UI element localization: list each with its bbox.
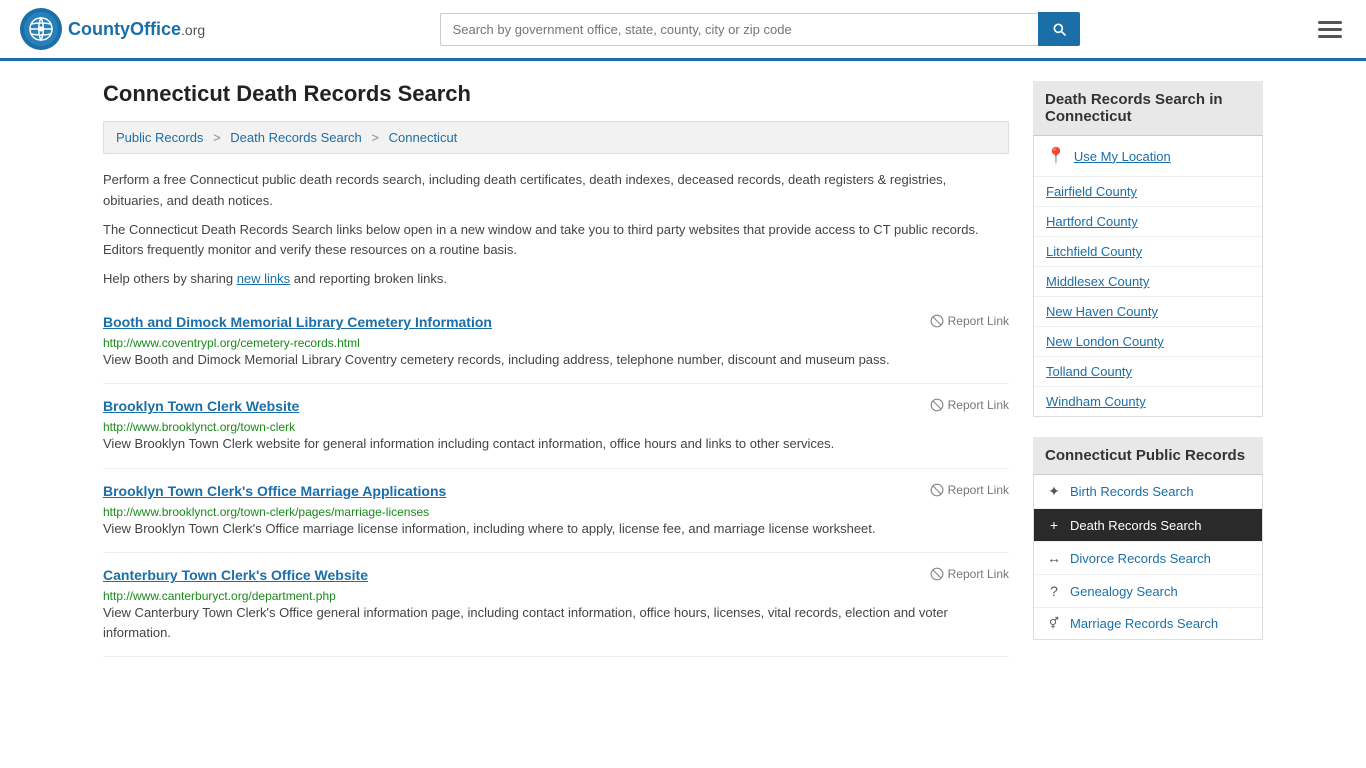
sidebar-county-hartford[interactable]: Hartford County bbox=[1034, 207, 1262, 237]
menu-line bbox=[1318, 28, 1342, 31]
sidebar-item-birth-records[interactable]: ✦ Birth Records Search bbox=[1034, 475, 1262, 509]
logo-area: CountyOffice.org bbox=[20, 8, 205, 50]
menu-button[interactable] bbox=[1314, 13, 1346, 46]
sidebar-section-death-records: Death Records Search in Connecticut 📍 Us… bbox=[1033, 81, 1263, 417]
result-item: Booth and Dimock Memorial Library Cemete… bbox=[103, 300, 1009, 385]
report-label: Report Link bbox=[948, 567, 1009, 581]
result-title[interactable]: Canterbury Town Clerk's Office Website bbox=[103, 567, 368, 583]
result-desc: View Brooklyn Town Clerk's Office marria… bbox=[103, 519, 1009, 539]
use-location-link[interactable]: Use My Location bbox=[1074, 149, 1171, 164]
description: Perform a free Connecticut public death … bbox=[103, 170, 1009, 290]
report-label: Report Link bbox=[948, 398, 1009, 412]
sidebar: Death Records Search in Connecticut 📍 Us… bbox=[1033, 81, 1263, 660]
search-icon bbox=[1051, 21, 1067, 37]
breadcrumb-separator: > bbox=[371, 130, 382, 145]
report-icon bbox=[930, 567, 944, 581]
sidebar-item-genealogy[interactable]: ? Genealogy Search bbox=[1034, 575, 1262, 608]
result-item: Canterbury Town Clerk's Office Website R… bbox=[103, 553, 1009, 657]
report-link-button[interactable]: Report Link bbox=[930, 314, 1009, 328]
breadcrumb-separator: > bbox=[213, 130, 224, 145]
sidebar-link-label: Divorce Records Search bbox=[1070, 551, 1211, 566]
sidebar-county-new-haven[interactable]: New Haven County bbox=[1034, 297, 1262, 327]
sidebar-county-windham[interactable]: Windham County bbox=[1034, 387, 1262, 416]
sidebar-county-tolland[interactable]: Tolland County bbox=[1034, 357, 1262, 387]
result-header: Canterbury Town Clerk's Office Website R… bbox=[103, 567, 1009, 583]
sidebar-county-litchfield[interactable]: Litchfield County bbox=[1034, 237, 1262, 267]
result-desc: View Booth and Dimock Memorial Library C… bbox=[103, 350, 1009, 370]
result-title[interactable]: Brooklyn Town Clerk's Office Marriage Ap… bbox=[103, 483, 446, 499]
report-link-button[interactable]: Report Link bbox=[930, 567, 1009, 581]
result-header: Brooklyn Town Clerk Website Report Link bbox=[103, 398, 1009, 414]
sidebar-link-label: Death Records Search bbox=[1070, 518, 1202, 533]
menu-line bbox=[1318, 35, 1342, 38]
description-para-3: Help others by sharing new links and rep… bbox=[103, 269, 1009, 290]
location-pin-icon: 📍 bbox=[1046, 146, 1066, 166]
result-url[interactable]: http://www.brooklynct.org/town-clerk bbox=[103, 420, 295, 434]
result-desc: View Brooklyn Town Clerk website for gen… bbox=[103, 434, 1009, 454]
description-prefix: Help others by sharing bbox=[103, 271, 237, 286]
sidebar-records-content: ✦ Birth Records Search + Death Records S… bbox=[1033, 475, 1263, 640]
description-suffix: and reporting broken links. bbox=[290, 271, 447, 286]
breadcrumb: Public Records > Death Records Search > … bbox=[103, 121, 1009, 154]
sidebar-section-ct-records: Connecticut Public Records ✦ Birth Recor… bbox=[1033, 437, 1263, 640]
report-icon bbox=[930, 398, 944, 412]
sidebar-link-label: Birth Records Search bbox=[1070, 484, 1194, 499]
result-header: Brooklyn Town Clerk's Office Marriage Ap… bbox=[103, 483, 1009, 499]
site-header: CountyOffice.org bbox=[0, 0, 1366, 61]
main-wrapper: Connecticut Death Records Search Public … bbox=[83, 61, 1283, 680]
breadcrumb-link-death-records[interactable]: Death Records Search bbox=[230, 130, 362, 145]
sidebar-county-new-london[interactable]: New London County bbox=[1034, 327, 1262, 357]
sidebar-item-marriage-records[interactable]: ⚥ Marriage Records Search bbox=[1034, 608, 1262, 639]
divorce-records-icon: ↔ bbox=[1046, 550, 1062, 566]
page-title: Connecticut Death Records Search bbox=[103, 81, 1009, 107]
use-location-row: 📍 Use My Location bbox=[1034, 136, 1262, 177]
content-area: Connecticut Death Records Search Public … bbox=[103, 81, 1009, 660]
sidebar-item-divorce-records[interactable]: ↔ Divorce Records Search bbox=[1034, 542, 1262, 575]
sidebar-item-death-records[interactable]: + Death Records Search bbox=[1034, 509, 1262, 542]
description-para-2: The Connecticut Death Records Search lin… bbox=[103, 220, 1009, 262]
breadcrumb-link-public-records[interactable]: Public Records bbox=[116, 130, 203, 145]
result-item: Brooklyn Town Clerk Website Report Link … bbox=[103, 384, 1009, 469]
sidebar-link-label: Marriage Records Search bbox=[1070, 616, 1218, 631]
results-list: Booth and Dimock Memorial Library Cemete… bbox=[103, 300, 1009, 658]
result-url[interactable]: http://www.canterburyct.org/department.p… bbox=[103, 589, 336, 603]
death-records-icon: + bbox=[1046, 517, 1062, 533]
report-link-button[interactable]: Report Link bbox=[930, 398, 1009, 412]
marriage-records-icon: ⚥ bbox=[1046, 617, 1062, 630]
result-url[interactable]: http://www.brooklynct.org/town-clerk/pag… bbox=[103, 505, 429, 519]
result-item: Brooklyn Town Clerk's Office Marriage Ap… bbox=[103, 469, 1009, 554]
result-title[interactable]: Brooklyn Town Clerk Website bbox=[103, 398, 299, 414]
menu-line bbox=[1318, 21, 1342, 24]
result-title[interactable]: Booth and Dimock Memorial Library Cemete… bbox=[103, 314, 492, 330]
breadcrumb-link-connecticut[interactable]: Connecticut bbox=[389, 130, 458, 145]
report-link-button[interactable]: Report Link bbox=[930, 483, 1009, 497]
report-icon bbox=[930, 314, 944, 328]
result-desc: View Canterbury Town Clerk's Office gene… bbox=[103, 603, 1009, 642]
description-para-1: Perform a free Connecticut public death … bbox=[103, 170, 1009, 212]
search-area bbox=[440, 12, 1080, 46]
sidebar-link-label: Genealogy Search bbox=[1070, 584, 1178, 599]
report-icon bbox=[930, 483, 944, 497]
sidebar-section-title-ct: Connecticut Public Records bbox=[1033, 437, 1263, 475]
logo-icon bbox=[20, 8, 62, 50]
logo-text: CountyOffice.org bbox=[68, 19, 205, 40]
birth-records-icon: ✦ bbox=[1046, 483, 1062, 500]
search-input[interactable] bbox=[440, 13, 1038, 46]
sidebar-county-fairfield[interactable]: Fairfield County bbox=[1034, 177, 1262, 207]
result-url[interactable]: http://www.coventrypl.org/cemetery-recor… bbox=[103, 336, 360, 350]
result-header: Booth and Dimock Memorial Library Cemete… bbox=[103, 314, 1009, 330]
sidebar-county-middlesex[interactable]: Middlesex County bbox=[1034, 267, 1262, 297]
search-button[interactable] bbox=[1038, 12, 1080, 46]
report-label: Report Link bbox=[948, 314, 1009, 328]
new-links-link[interactable]: new links bbox=[237, 271, 290, 286]
report-label: Report Link bbox=[948, 483, 1009, 497]
sidebar-section-title-death: Death Records Search in Connecticut bbox=[1033, 81, 1263, 136]
sidebar-section-content: 📍 Use My Location Fairfield County Hartf… bbox=[1033, 136, 1263, 417]
genealogy-icon: ? bbox=[1046, 583, 1062, 599]
